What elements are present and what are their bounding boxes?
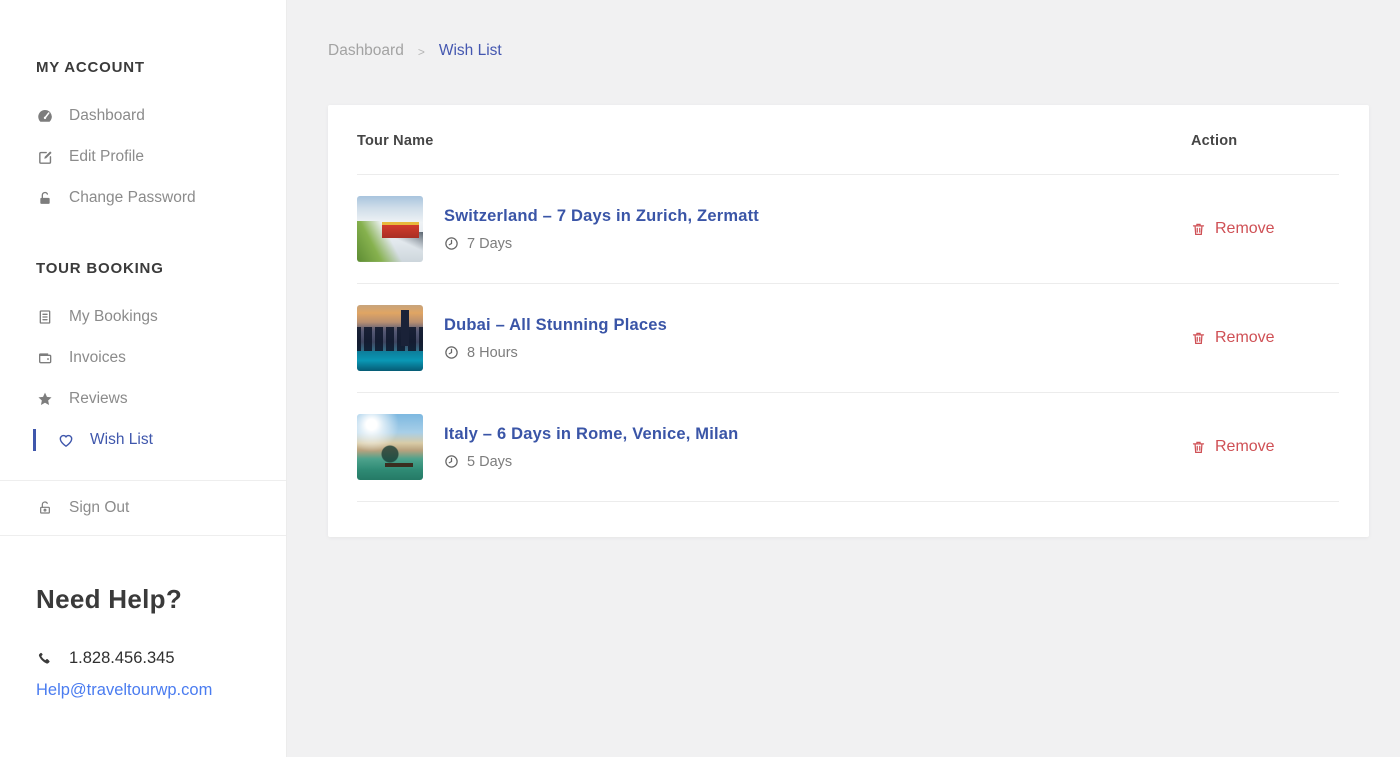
- sidebar-item-label: Sign Out: [69, 499, 129, 517]
- wishlist-row: Italy – 6 Days in Rome, Venice, Milan 5 …: [357, 393, 1339, 502]
- tour-booking-nav: My Bookings Invoices Reviews Wish List: [0, 308, 286, 449]
- my-account-nav: Dashboard Edit Profile Change Password: [0, 107, 286, 207]
- trash-icon: [1191, 330, 1206, 346]
- sidebar-item-invoices[interactable]: Invoices: [36, 349, 286, 367]
- tour-duration: 7 Days: [444, 236, 1191, 252]
- section-heading-my-account: MY ACCOUNT: [36, 0, 286, 76]
- heart-icon: [57, 431, 75, 449]
- remove-button-label: Remove: [1215, 220, 1275, 238]
- help-email-link[interactable]: Help@traveltourwp.com: [36, 681, 212, 700]
- breadcrumb: Dashboard > Wish List: [328, 42, 1369, 60]
- wishlist-row: Dubai – All Stunning Places 8 Hours Remo…: [357, 284, 1339, 393]
- sidebar-divider: [0, 535, 286, 536]
- remove-button[interactable]: Remove: [1191, 438, 1339, 456]
- sidebar-item-dashboard[interactable]: Dashboard: [36, 107, 286, 125]
- wishlist-card: Tour Name Action Switzerland – 7 Days in…: [328, 105, 1369, 537]
- remove-button-label: Remove: [1215, 438, 1275, 456]
- sidebar-item-change-password[interactable]: Change Password: [36, 189, 286, 207]
- sidebar-item-label: Reviews: [69, 390, 128, 408]
- help-phone-row: 1.828.456.345: [36, 649, 286, 668]
- unlock-icon: [36, 499, 54, 517]
- row-action-cell: Remove: [1191, 438, 1339, 456]
- row-action-cell: Remove: [1191, 220, 1339, 238]
- tour-info: Dubai – All Stunning Places 8 Hours: [444, 316, 1191, 361]
- sidebar-item-edit-profile[interactable]: Edit Profile: [36, 148, 286, 166]
- account-sidebar: MY ACCOUNT Dashboard Edit Profile Change…: [0, 0, 287, 757]
- trash-icon: [1191, 439, 1206, 455]
- tour-info: Switzerland – 7 Days in Zurich, Zermatt …: [444, 207, 1191, 252]
- dashboard-gauge-icon: [36, 107, 54, 125]
- row-action-cell: Remove: [1191, 329, 1339, 347]
- tour-duration: 5 Days: [444, 454, 1191, 470]
- clock-icon: [444, 454, 459, 469]
- tour-thumbnail-dubai[interactable]: [357, 305, 423, 371]
- sidebar-item-reviews[interactable]: Reviews: [36, 390, 286, 408]
- remove-button[interactable]: Remove: [1191, 329, 1339, 347]
- sidebar-item-label: My Bookings: [69, 308, 158, 326]
- tour-duration-text: 5 Days: [467, 454, 512, 470]
- tour-duration-text: 7 Days: [467, 236, 512, 252]
- tour-thumbnail-switzerland[interactable]: [357, 196, 423, 262]
- edit-pencil-icon: [36, 148, 54, 166]
- sidebar-item-wish-list[interactable]: Wish List: [36, 431, 286, 449]
- tour-title-link[interactable]: Switzerland – 7 Days in Zurich, Zermatt: [444, 207, 1191, 226]
- sidebar-item-label: Invoices: [69, 349, 126, 367]
- clock-icon: [444, 345, 459, 360]
- sidebar-item-label: Edit Profile: [69, 148, 144, 166]
- remove-button-label: Remove: [1215, 329, 1275, 347]
- sidebar-item-sign-out[interactable]: Sign Out: [36, 499, 286, 517]
- lock-icon: [36, 189, 54, 207]
- tour-info: Italy – 6 Days in Rome, Venice, Milan 5 …: [444, 425, 1191, 470]
- sidebar-item-label: Change Password: [69, 189, 196, 207]
- tour-duration-text: 8 Hours: [467, 345, 518, 361]
- tour-thumbnail-italy[interactable]: [357, 414, 423, 480]
- tour-duration: 8 Hours: [444, 345, 1191, 361]
- remove-button[interactable]: Remove: [1191, 220, 1339, 238]
- wishlist-row: Switzerland – 7 Days in Zurich, Zermatt …: [357, 175, 1339, 284]
- wishlist-table-header: Tour Name Action: [357, 105, 1339, 175]
- phone-icon: [36, 650, 54, 668]
- main-content: Dashboard > Wish List Tour Name Action S…: [287, 0, 1400, 757]
- breadcrumb-current-page: Wish List: [439, 42, 502, 60]
- wallet-icon: [36, 349, 54, 367]
- chevron-right-icon: >: [418, 45, 425, 59]
- sidebar-item-label: Wish List: [90, 431, 153, 449]
- sidebar-item-my-bookings[interactable]: My Bookings: [36, 308, 286, 326]
- need-help-block: Need Help? 1.828.456.345 Help@traveltour…: [36, 584, 286, 700]
- tour-title-link[interactable]: Italy – 6 Days in Rome, Venice, Milan: [444, 425, 1191, 444]
- section-heading-tour-booking: TOUR BOOKING: [36, 260, 286, 277]
- column-header-action: Action: [1191, 133, 1339, 149]
- breadcrumb-dashboard-link[interactable]: Dashboard: [328, 42, 404, 60]
- column-header-tour-name: Tour Name: [357, 133, 1191, 149]
- tour-title-link[interactable]: Dubai – All Stunning Places: [444, 316, 1191, 335]
- need-help-title: Need Help?: [36, 584, 286, 615]
- clock-icon: [444, 236, 459, 251]
- document-icon: [36, 308, 54, 326]
- trash-icon: [1191, 221, 1206, 237]
- help-phone-number: 1.828.456.345: [69, 649, 175, 668]
- star-icon: [36, 390, 54, 408]
- sidebar-item-label: Dashboard: [69, 107, 145, 125]
